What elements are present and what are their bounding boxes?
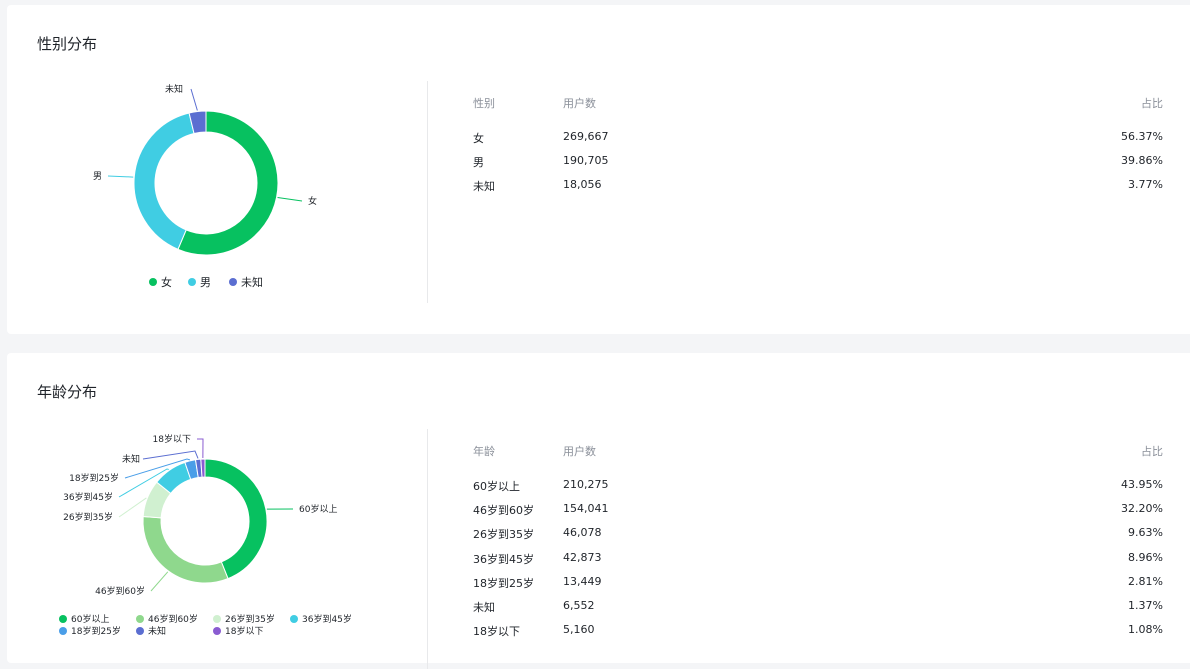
age-legend-dot [59,627,67,635]
age-legend-dot [59,615,67,623]
age-legend-label[interactable]: 36岁到45岁 [302,613,352,625]
age-callout-label: 26岁到35岁 [63,511,113,523]
age-callout-label: 18岁到25岁 [69,472,119,484]
age-callout-label: 18岁以下 [153,433,191,445]
age-table-cell: 8.96% [1128,551,1163,564]
gender-table-row: 男 190,705 39.86% [473,154,1163,170]
gender-header-cell: 性别 [473,95,495,111]
age-legend-label[interactable]: 18岁以下 [225,625,263,637]
age-legend-label[interactable]: 26岁到35岁 [225,613,275,625]
gender-callout-label: 女 [308,195,317,207]
gender-table-header: 性别 用户数 占比 [473,95,1163,111]
age-header-cell: 年龄 [473,443,495,459]
gender-callout-line [191,89,197,111]
age-table-cell: 46岁到60岁 [473,502,534,518]
gender-table-cell: 3.77% [1128,178,1163,191]
age-table-header: 年龄 用户数 占比 [473,443,1163,459]
age-card: 年龄分布 60岁以上46岁到60岁26岁到35岁36岁到45岁18岁到25岁未知… [7,353,1190,663]
age-table-cell: 2.81% [1128,575,1163,588]
gender-callout-line [278,198,302,201]
age-header-cell: 占比 [1141,443,1163,459]
age-table-cell: 210,275 [563,478,609,491]
age-callout-label: 36岁到45岁 [63,491,113,503]
gender-legend-label[interactable]: 男 [200,276,211,289]
age-slice [201,459,205,477]
age-legend-dot [213,615,221,623]
gender-table-row: 未知 18,056 3.77% [473,178,1163,194]
gender-callout-label: 未知 [165,83,183,95]
gender-header-cell: 占比 [1141,95,1163,111]
age-legend-label[interactable]: 46岁到60岁 [148,613,198,625]
age-table-cell: 36岁到45岁 [473,551,534,567]
age-table-cell: 未知 [473,599,495,615]
age-table-cell: 154,041 [563,502,609,515]
age-table-row: 46岁到60岁 154,041 32.20% [473,502,1163,518]
age-legend-label[interactable]: 未知 [148,625,166,637]
gender-slice [134,113,194,249]
age-table-row: 18岁以下 5,160 1.08% [473,623,1163,639]
age-slice [143,517,228,583]
gender-table-cell: 男 [473,154,484,170]
gender-legend-dot [229,278,237,286]
gender-table-cell: 269,667 [563,130,609,143]
gender-table-cell: 56.37% [1121,130,1163,143]
age-legend-dot [136,615,144,623]
age-legend-dot [290,615,298,623]
age-legend-dot [213,627,221,635]
gender-legend-label[interactable]: 女 [161,275,172,289]
age-callout-line [197,439,203,458]
age-table-cell: 46,078 [563,526,602,539]
gender-table-cell: 190,705 [563,154,609,167]
age-header-cell: 用户数 [563,443,596,459]
gender-table-cell: 18,056 [563,178,602,191]
gender-legend-dot [149,278,157,286]
age-divider [427,429,428,669]
gender-table-cell: 39.86% [1121,154,1163,167]
age-table-row: 36岁到45岁 42,873 8.96% [473,551,1163,567]
age-callout-line [151,572,168,591]
age-table-cell: 5,160 [563,623,595,636]
gender-header-cell: 用户数 [563,95,596,111]
gender-callout-label: 男 [93,171,102,182]
age-table-cell: 26岁到35岁 [473,526,534,542]
age-callout-line [143,451,198,459]
age-table-cell: 13,449 [563,575,602,588]
gender-card: 性别分布 女男未知女男未知 性别用户数占比女269,66756.37%男190,… [7,5,1190,334]
age-table-row: 60岁以上 210,275 43.95% [473,478,1163,494]
age-legend-label[interactable]: 60岁以上 [71,613,109,625]
age-table-cell: 6,552 [563,599,595,612]
age-callout-label: 未知 [122,453,140,465]
age-callout-line [119,498,146,517]
age-table-cell: 18岁到25岁 [473,575,534,591]
age-table-cell: 43.95% [1121,478,1163,491]
age-table-cell: 1.08% [1128,623,1163,636]
age-table-cell: 9.63% [1128,526,1163,539]
gender-table-row: 女 269,667 56.37% [473,130,1163,146]
age-table-row: 18岁到25岁 13,449 2.81% [473,575,1163,591]
gender-callout-line [108,176,133,177]
age-legend-label[interactable]: 18岁到25岁 [71,625,121,637]
age-callout-label: 46岁到60岁 [95,585,145,597]
age-legend-dot [136,627,144,635]
age-table-row: 26岁到35岁 46,078 9.63% [473,526,1163,542]
gender-table-cell: 女 [473,130,484,146]
age-table-cell: 60岁以上 [473,478,520,494]
age-callout-label: 60岁以上 [299,503,337,515]
gender-donut-chart: 女男未知女男未知 [7,5,427,334]
age-slice [205,459,267,579]
age-table-cell: 42,873 [563,551,602,564]
age-table-cell: 18岁以下 [473,623,520,639]
age-table-cell: 1.37% [1128,599,1163,612]
gender-legend-dot [188,278,196,286]
age-donut-chart: 60岁以上46岁到60岁26岁到35岁36岁到45岁18岁到25岁未知18岁以下… [7,353,427,663]
gender-divider [427,81,428,303]
gender-legend-label[interactable]: 未知 [241,275,263,289]
gender-table-cell: 未知 [473,178,495,194]
age-table-cell: 32.20% [1121,502,1163,515]
age-table-row: 未知 6,552 1.37% [473,599,1163,615]
